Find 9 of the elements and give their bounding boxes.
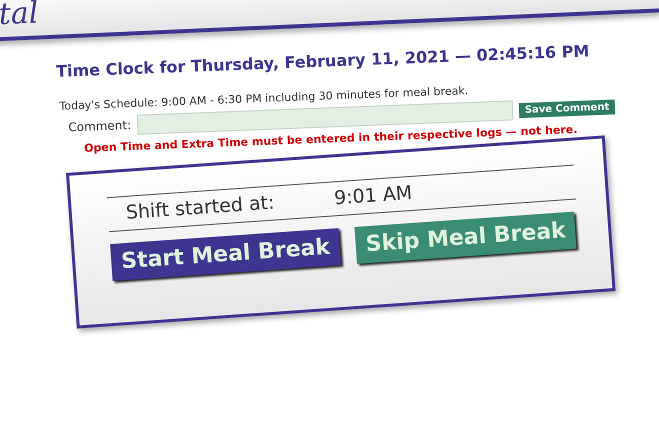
skip-meal-break-button[interactable]: Skip Meal Break xyxy=(354,212,577,264)
comment-label: Comment: xyxy=(68,118,132,134)
save-comment-button[interactable]: Save Comment xyxy=(518,98,616,118)
schedule-text: Today's Schedule: 9:00 AM - 6:30 PM including 30 minutes for meal break. xyxy=(59,84,468,113)
page-title: Time Clock for Thursday, February 11, 2021 — 02:45:16 PM xyxy=(56,40,591,81)
start-meal-break-button[interactable]: Start Meal Break xyxy=(110,228,342,281)
shift-time: 9:01 AM xyxy=(333,182,413,210)
shift-label: Shift started at: xyxy=(125,192,276,224)
logo-text: tal xyxy=(0,0,40,32)
